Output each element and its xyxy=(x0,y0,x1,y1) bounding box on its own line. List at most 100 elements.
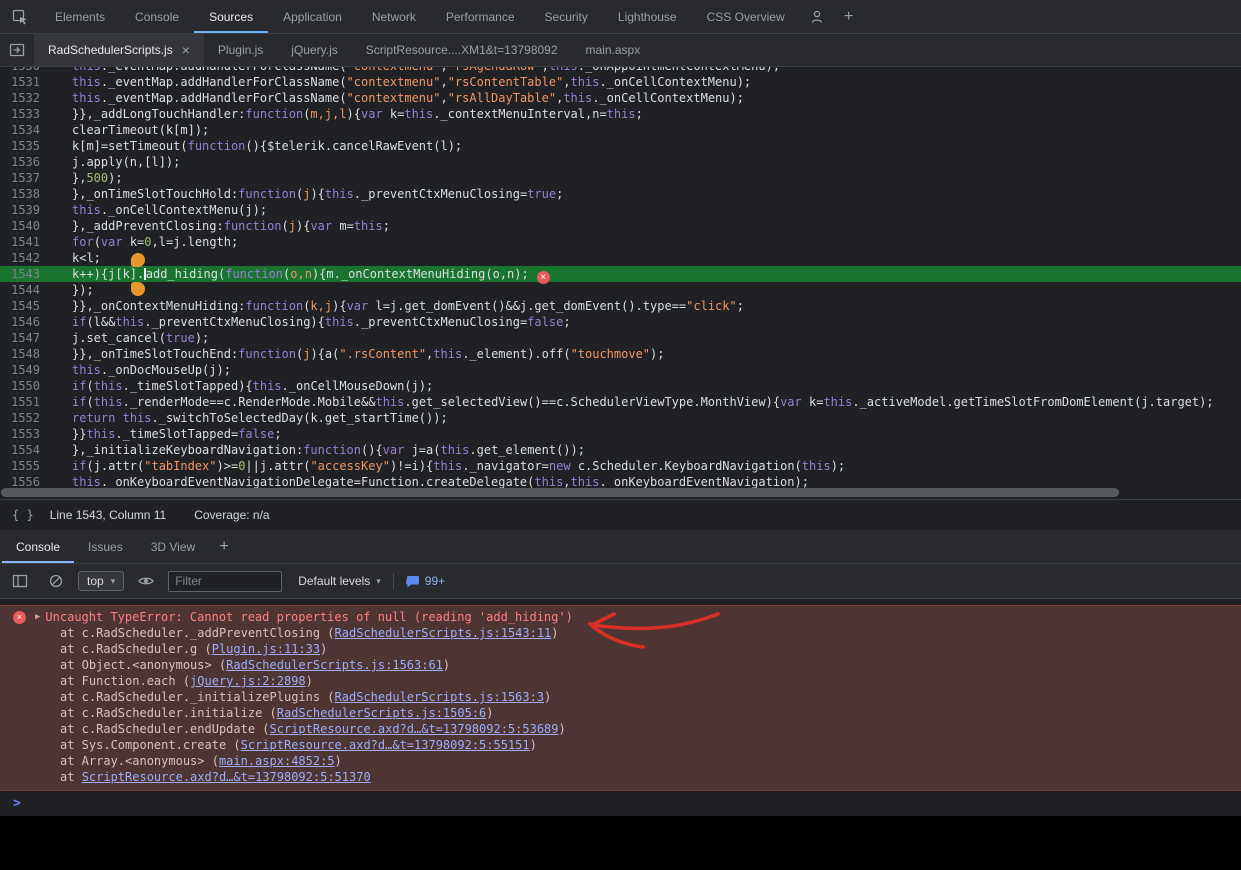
line-number[interactable]: 1535 xyxy=(0,138,40,154)
line-number[interactable]: 1538 xyxy=(0,186,40,202)
stack-frame: at c.RadScheduler._initializePlugins (Ra… xyxy=(0,689,1241,705)
clear-console-button[interactable] xyxy=(42,573,70,589)
inspect-element-button[interactable] xyxy=(0,0,40,33)
line-number[interactable]: 1553 xyxy=(0,426,40,442)
stack-frame-close: ) xyxy=(306,674,313,688)
panel-tab-css-overview[interactable]: CSS Overview xyxy=(692,0,800,33)
file-tab-jquery-js[interactable]: jQuery.js xyxy=(277,34,351,66)
feedback-button[interactable] xyxy=(800,0,834,33)
line-number[interactable]: 1541 xyxy=(0,234,40,250)
console-filter-input[interactable] xyxy=(168,571,282,592)
line-number[interactable]: 1554 xyxy=(0,442,40,458)
code-line-1550: 1550if(this._timeSlotTapped){this._onCel… xyxy=(0,378,1241,394)
selection-handle-bottom[interactable] xyxy=(131,282,145,296)
stack-frame-link[interactable]: jQuery.js:2:2898 xyxy=(190,674,306,688)
code-text: }},_addLongTouchHandler:function(m,j,l){… xyxy=(72,106,643,122)
file-tab-radschedulerscripts-js[interactable]: RadSchedulerScripts.js× xyxy=(34,34,204,66)
stack-frame-close: ) xyxy=(486,706,493,720)
add-drawer-tab-button[interactable]: + xyxy=(209,530,239,563)
stack-frame-text: at c.RadScheduler.initialize ( xyxy=(60,706,277,720)
expand-triangle-icon[interactable]: ▶ xyxy=(35,609,40,625)
drawer-tab-issues[interactable]: Issues xyxy=(74,530,137,563)
toolbar-divider xyxy=(393,573,394,589)
file-tab-plugin-js[interactable]: Plugin.js xyxy=(204,34,277,66)
line-number[interactable]: 1537 xyxy=(0,170,40,186)
line-number[interactable]: 1549 xyxy=(0,362,40,378)
panel-tab-elements[interactable]: Elements xyxy=(40,0,120,33)
line-number[interactable]: 1551 xyxy=(0,394,40,410)
line-number[interactable]: 1547 xyxy=(0,330,40,346)
file-tab-scriptresource-xm1-t-13798092[interactable]: ScriptResource....XM1&t=13798092 xyxy=(352,34,572,66)
line-number[interactable]: 1544 xyxy=(0,282,40,298)
line-number[interactable]: 1540 xyxy=(0,218,40,234)
error-badge-icon[interactable]: × xyxy=(537,271,550,284)
stack-frame-text: at Object.<anonymous> ( xyxy=(60,658,226,672)
file-tab-label: ScriptResource....XM1&t=13798092 xyxy=(366,43,558,57)
stack-frame: at c.RadScheduler._addPreventClosing (Ra… xyxy=(0,625,1241,641)
coverage-status: Coverage: n/a xyxy=(194,508,269,522)
console-prompt[interactable]: > xyxy=(0,791,1241,816)
navigator-toggle-button[interactable] xyxy=(0,34,34,66)
console-sidebar-toggle[interactable] xyxy=(6,573,34,589)
drawer-tab-3d-view[interactable]: 3D View xyxy=(137,530,209,563)
add-panel-button[interactable]: + xyxy=(834,0,864,33)
stack-frame-link[interactable]: main.aspx:4852:5 xyxy=(219,754,335,768)
stack-frame-link[interactable]: ScriptResource.axd?d…&t=13798092:5:51370 xyxy=(82,770,371,784)
line-number[interactable]: 1534 xyxy=(0,122,40,138)
panel-tab-lighthouse[interactable]: Lighthouse xyxy=(603,0,692,33)
code-text: k<l; xyxy=(72,250,101,266)
code-text: }); xyxy=(72,282,94,298)
line-number[interactable]: 1539 xyxy=(0,202,40,218)
empty-area xyxy=(0,816,1241,870)
line-number[interactable]: 1542 xyxy=(0,250,40,266)
close-tab-icon[interactable]: × xyxy=(182,43,190,57)
stack-frame: at c.RadScheduler.g (Plugin.js:11:33) xyxy=(0,641,1241,657)
stack-frame-link[interactable]: ScriptResource.axd?d…&t=13798092:5:53689 xyxy=(270,722,559,736)
code-line-1553: 1553}}this._timeSlotTapped=false; xyxy=(0,426,1241,442)
stack-frame-link[interactable]: Plugin.js:11:33 xyxy=(212,642,320,656)
code-text: },_onTimeSlotTouchHold:function(j){this.… xyxy=(72,186,563,202)
line-number[interactable]: 1550 xyxy=(0,378,40,394)
panel-tab-console[interactable]: Console xyxy=(120,0,194,33)
line-number[interactable]: 1531 xyxy=(0,74,40,90)
stack-frame-link[interactable]: RadSchedulerScripts.js:1563:61 xyxy=(226,658,443,672)
panel-tab-network[interactable]: Network xyxy=(357,0,431,33)
show-navigator-icon xyxy=(9,42,25,58)
stack-frame-link[interactable]: ScriptResource.axd?d…&t=13798092:5:55151 xyxy=(241,738,530,752)
panel-tab-performance[interactable]: Performance xyxy=(431,0,530,33)
horizontal-scrollbar[interactable] xyxy=(1,488,1119,497)
issues-bubble-icon xyxy=(406,575,420,588)
selection-handle-top[interactable] xyxy=(131,253,145,267)
line-number[interactable]: 1536 xyxy=(0,154,40,170)
stack-frame-link[interactable]: RadSchedulerScripts.js:1543:11 xyxy=(335,626,552,640)
file-tab-main-aspx[interactable]: main.aspx xyxy=(572,34,655,66)
code-line-1533: 1533 }},_addLongTouchHandler:function(m,j… xyxy=(0,106,1241,122)
pretty-print-icon[interactable]: { } xyxy=(12,508,34,522)
stack-frame-text: at Sys.Component.create ( xyxy=(60,738,241,752)
issues-count: 99+ xyxy=(425,574,445,588)
line-number[interactable]: 1546 xyxy=(0,314,40,330)
panel-tabs: ElementsConsoleSourcesApplicationNetwork… xyxy=(40,0,800,33)
line-number[interactable]: 1532 xyxy=(0,90,40,106)
line-number[interactable]: 1543 xyxy=(0,266,40,282)
line-number[interactable]: 1545 xyxy=(0,298,40,314)
line-number[interactable]: 1548 xyxy=(0,346,40,362)
line-number[interactable]: 1552 xyxy=(0,410,40,426)
panel-tab-application[interactable]: Application xyxy=(268,0,357,33)
line-number[interactable]: 1555 xyxy=(0,458,40,474)
stack-frame-link[interactable]: RadSchedulerScripts.js:1563:3 xyxy=(335,690,545,704)
javascript-context-selector[interactable]: top ▾ xyxy=(78,571,124,591)
panel-tab-security[interactable]: Security xyxy=(530,0,603,33)
line-number[interactable]: 1530 xyxy=(0,67,40,74)
line-number[interactable]: 1533 xyxy=(0,106,40,122)
log-levels-dropdown[interactable]: Default levels ▾ xyxy=(298,574,381,588)
live-expression-button[interactable] xyxy=(132,573,160,589)
code-line-1544: 1544}); xyxy=(0,282,1241,298)
code-text: this._eventMap.addHandlerForClassName("c… xyxy=(72,67,780,74)
drawer-tab-console[interactable]: Console xyxy=(2,530,74,563)
stack-frame-link[interactable]: RadSchedulerScripts.js:1505:6 xyxy=(277,706,487,720)
issues-counter[interactable]: 99+ xyxy=(406,574,445,588)
stack-frame-close: ) xyxy=(530,738,537,752)
error-message-row: × ▶ Uncaught TypeError: Cannot read prop… xyxy=(0,609,1241,625)
panel-tab-sources[interactable]: Sources xyxy=(194,0,268,33)
